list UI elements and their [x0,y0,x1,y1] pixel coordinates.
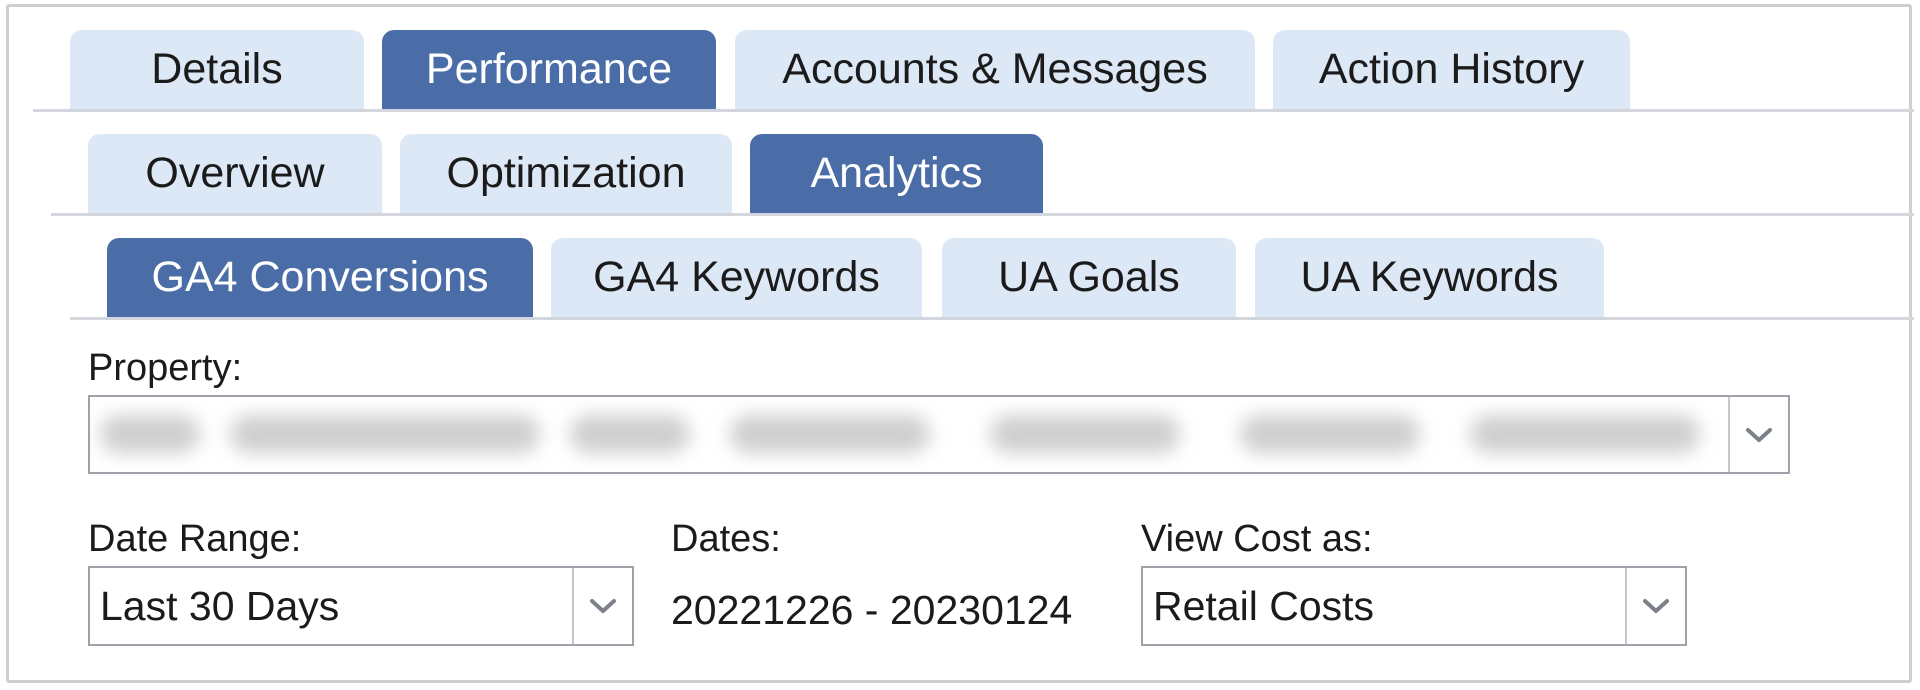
date-range-label: Date Range: [88,518,302,560]
tab-ga4-keywords[interactable]: GA4 Keywords [551,238,922,317]
primary-tab-bar: Details Performance Accounts & Messages … [33,30,1914,112]
property-dropdown-button[interactable] [1728,397,1788,472]
date-range-value: Last 30 Days [100,582,340,629]
view-cost-value: Retail Costs [1153,582,1375,629]
date-range-dropdown-button[interactable] [572,568,632,644]
dates-value: 20221226 - 20230124 [671,587,1073,633]
tab-performance[interactable]: Performance [382,30,716,109]
chevron-down-icon [1746,427,1772,442]
tab-accounts-messages[interactable]: Accounts & Messages [735,30,1255,109]
date-range-select[interactable]: Last 30 Days [88,566,634,646]
view-cost-label: View Cost as: [1141,518,1373,560]
property-label: Property: [88,347,243,389]
chevron-down-icon [590,599,616,613]
tab-ga4-conversions[interactable]: GA4 Conversions [107,238,533,317]
tab-ua-keywords[interactable]: UA Keywords [1255,238,1604,317]
property-select[interactable] [88,395,1790,474]
chevron-down-icon [1643,599,1669,613]
view-cost-select[interactable]: Retail Costs [1141,566,1687,646]
tertiary-tab-bar: GA4 Conversions GA4 Keywords UA Goals UA… [70,238,1914,320]
tab-analytics[interactable]: Analytics [750,134,1043,213]
tab-details[interactable]: Details [70,30,364,109]
tab-action-history[interactable]: Action History [1273,30,1630,109]
tab-overview[interactable]: Overview [88,134,382,213]
property-value-obscured [90,397,1728,472]
secondary-tab-bar: Overview Optimization Analytics [51,134,1914,216]
view-cost-dropdown-button[interactable] [1625,568,1685,644]
tab-optimization[interactable]: Optimization [400,134,732,213]
dates-label: Dates: [671,518,781,560]
tab-ua-goals[interactable]: UA Goals [942,238,1236,317]
